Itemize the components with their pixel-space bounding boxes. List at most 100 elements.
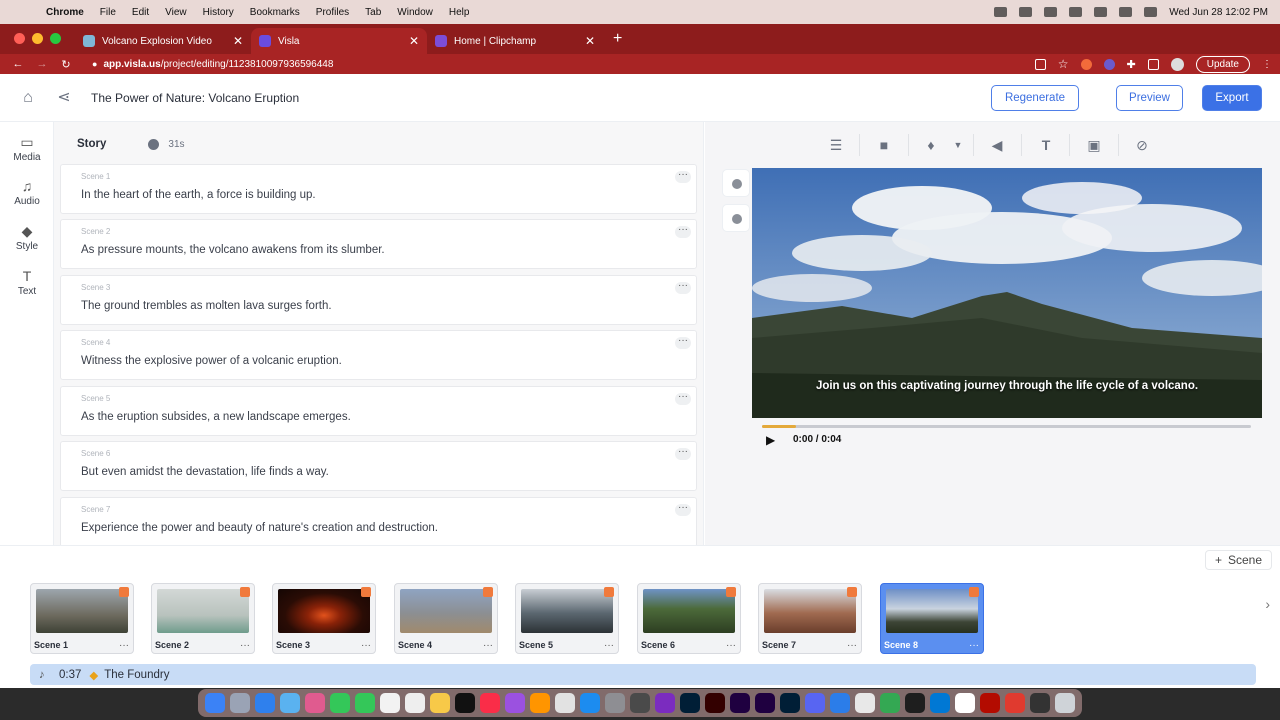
more-icon[interactable]: ··· (675, 503, 691, 516)
menu-profiles[interactable]: Profiles (308, 7, 357, 18)
scene-text[interactable]: Witness the explosive power of a volcani… (81, 355, 342, 367)
launchpad-icon[interactable] (229, 693, 250, 713)
new-tab-button[interactable]: + (603, 30, 632, 54)
safari-icon[interactable] (254, 693, 275, 713)
scene-card[interactable]: Scene 5 As the eruption subsides, a new … (60, 386, 697, 436)
photos-icon[interactable] (304, 693, 325, 713)
menu-tab[interactable]: Tab (357, 7, 389, 18)
notes-icon[interactable] (429, 693, 450, 713)
menu-history[interactable]: History (195, 7, 242, 18)
menu-chrome[interactable]: Chrome (38, 7, 92, 18)
terminal-icon[interactable] (904, 693, 925, 713)
volume-icon[interactable]: ◀ (987, 136, 1007, 154)
app-icon[interactable] (629, 693, 650, 713)
more-icon[interactable]: ··· (119, 640, 129, 651)
vscode-icon[interactable] (929, 693, 950, 713)
mail-icon[interactable] (279, 693, 300, 713)
premiere-icon[interactable] (754, 693, 775, 713)
scene-thumbnail-active[interactable]: Scene 8 ··· (880, 583, 984, 654)
forward-icon[interactable]: → (30, 58, 54, 70)
scene-thumbnail[interactable]: Scene 6 ··· (637, 583, 741, 654)
nav-text[interactable]: T Text (0, 268, 54, 297)
sidebar-icon[interactable] (1147, 58, 1159, 70)
illustrator-icon[interactable] (704, 693, 725, 713)
finder-icon[interactable] (204, 693, 225, 713)
more-icon[interactable]: ··· (675, 336, 691, 349)
more-icon[interactable]: ··· (675, 447, 691, 460)
notion-icon[interactable] (954, 693, 975, 713)
more-icon[interactable]: ··· (847, 640, 857, 651)
chevron-right-icon[interactable]: › (1265, 596, 1270, 612)
acrobat-icon[interactable] (979, 693, 1000, 713)
reload-icon[interactable]: ↻ (54, 58, 78, 71)
update-button[interactable]: Update (1195, 55, 1250, 73)
battery-icon[interactable] (1094, 7, 1108, 17)
app-icon[interactable] (1005, 693, 1025, 713)
more-icon[interactable]: ··· (675, 392, 691, 405)
books-icon[interactable] (554, 693, 575, 713)
puzzle-icon[interactable]: ✚ (1127, 58, 1136, 71)
more-icon[interactable]: ··· (675, 225, 691, 238)
photoshop-icon[interactable] (779, 693, 800, 713)
browser-tab[interactable]: Home | Clipchamp ✕ (427, 28, 603, 54)
more-icon[interactable]: ··· (675, 281, 691, 294)
more-icon[interactable]: ··· (726, 640, 736, 651)
app-icon[interactable] (854, 693, 875, 713)
settings-icon[interactable] (604, 693, 625, 713)
status-icon[interactable] (1044, 7, 1058, 17)
scene-card[interactable]: Scene 1 In the heart of the earth, a for… (60, 164, 697, 214)
photoshop-icon[interactable] (679, 693, 700, 713)
scene-text[interactable]: Experience the power and beauty of natur… (81, 522, 438, 534)
browser-tab[interactable]: Volcano Explosion Video ✕ (75, 28, 251, 54)
regenerate-button[interactable]: Regenerate (991, 85, 1079, 111)
zoom-window-button[interactable] (50, 33, 61, 44)
menubar-clock[interactable]: Wed Jun 28 12:02 PM (1169, 7, 1268, 18)
nav-media[interactable]: ▭ Media (0, 134, 54, 163)
scene-card[interactable]: Scene 3 The ground trembles as molten la… (60, 275, 697, 325)
scene-thumbnail[interactable]: Scene 4 ··· (394, 583, 498, 654)
menu-file[interactable]: File (92, 7, 124, 18)
music-icon[interactable] (479, 693, 500, 713)
play-icon[interactable]: ▶ (766, 433, 775, 447)
nav-audio[interactable]: ♫ Audio (0, 178, 54, 207)
status-icon[interactable] (994, 7, 1008, 17)
scene-card[interactable]: Scene 6 But even amidst the devastation,… (60, 441, 697, 491)
scene-text[interactable]: The ground trembles as molten lava surge… (81, 300, 332, 312)
scene-card[interactable]: Scene 4 Witness the explosive power of a… (60, 330, 697, 380)
wifi-icon[interactable] (1119, 7, 1133, 17)
more-icon[interactable]: ··· (969, 640, 979, 651)
sliders-icon[interactable]: ☰ (826, 136, 846, 154)
export-button[interactable]: Export (1202, 85, 1262, 111)
address-bar[interactable]: ● app.visla.us/project/editing/112381009… (92, 59, 333, 70)
minimize-window-button[interactable] (32, 33, 43, 44)
camera-icon[interactable]: ■ (874, 136, 894, 154)
menu-view[interactable]: View (157, 7, 195, 18)
tv-icon[interactable] (454, 693, 475, 713)
scene-thumbnail[interactable]: Scene 5 ··· (515, 583, 619, 654)
star-icon[interactable]: ☆ (1058, 57, 1069, 71)
more-icon[interactable]: ··· (675, 170, 691, 183)
scene-card[interactable]: Scene 2 As pressure mounts, the volcano … (60, 219, 697, 269)
scene-text[interactable]: In the heart of the earth, a force is bu… (81, 189, 316, 201)
audio-track[interactable]: ♪ 0:37 ◆ The Foundry (30, 664, 1256, 685)
podcasts-icon[interactable] (504, 693, 525, 713)
scene-card[interactable]: Scene 7 Experience the power and beauty … (60, 497, 697, 545)
bluetooth-icon[interactable] (1069, 7, 1083, 17)
scene-thumbnail[interactable]: Scene 2 ··· (151, 583, 255, 654)
app-store-icon[interactable] (579, 693, 600, 713)
scene-text[interactable]: But even amidst the devastation, life fi… (81, 466, 329, 478)
scene-thumbnail[interactable]: Scene 7 ··· (758, 583, 862, 654)
messages-icon[interactable] (354, 693, 375, 713)
app-icon[interactable] (654, 693, 675, 713)
scene-thumbnail[interactable]: Scene 1 ··· (30, 583, 134, 654)
extension-icon[interactable] (1103, 58, 1115, 70)
close-icon[interactable]: ✕ (233, 34, 243, 48)
scene-thumbnail[interactable]: Scene 3 ··· (272, 583, 376, 654)
image-edit-icon[interactable]: ▣ (1084, 136, 1104, 154)
close-icon[interactable]: ✕ (409, 34, 419, 48)
trash-icon[interactable] (1055, 693, 1076, 713)
more-menu-icon[interactable]: ⋮ (1262, 59, 1272, 70)
vlc-icon[interactable] (529, 693, 550, 713)
search-icon[interactable] (1144, 7, 1158, 17)
status-icon[interactable] (1019, 7, 1033, 17)
